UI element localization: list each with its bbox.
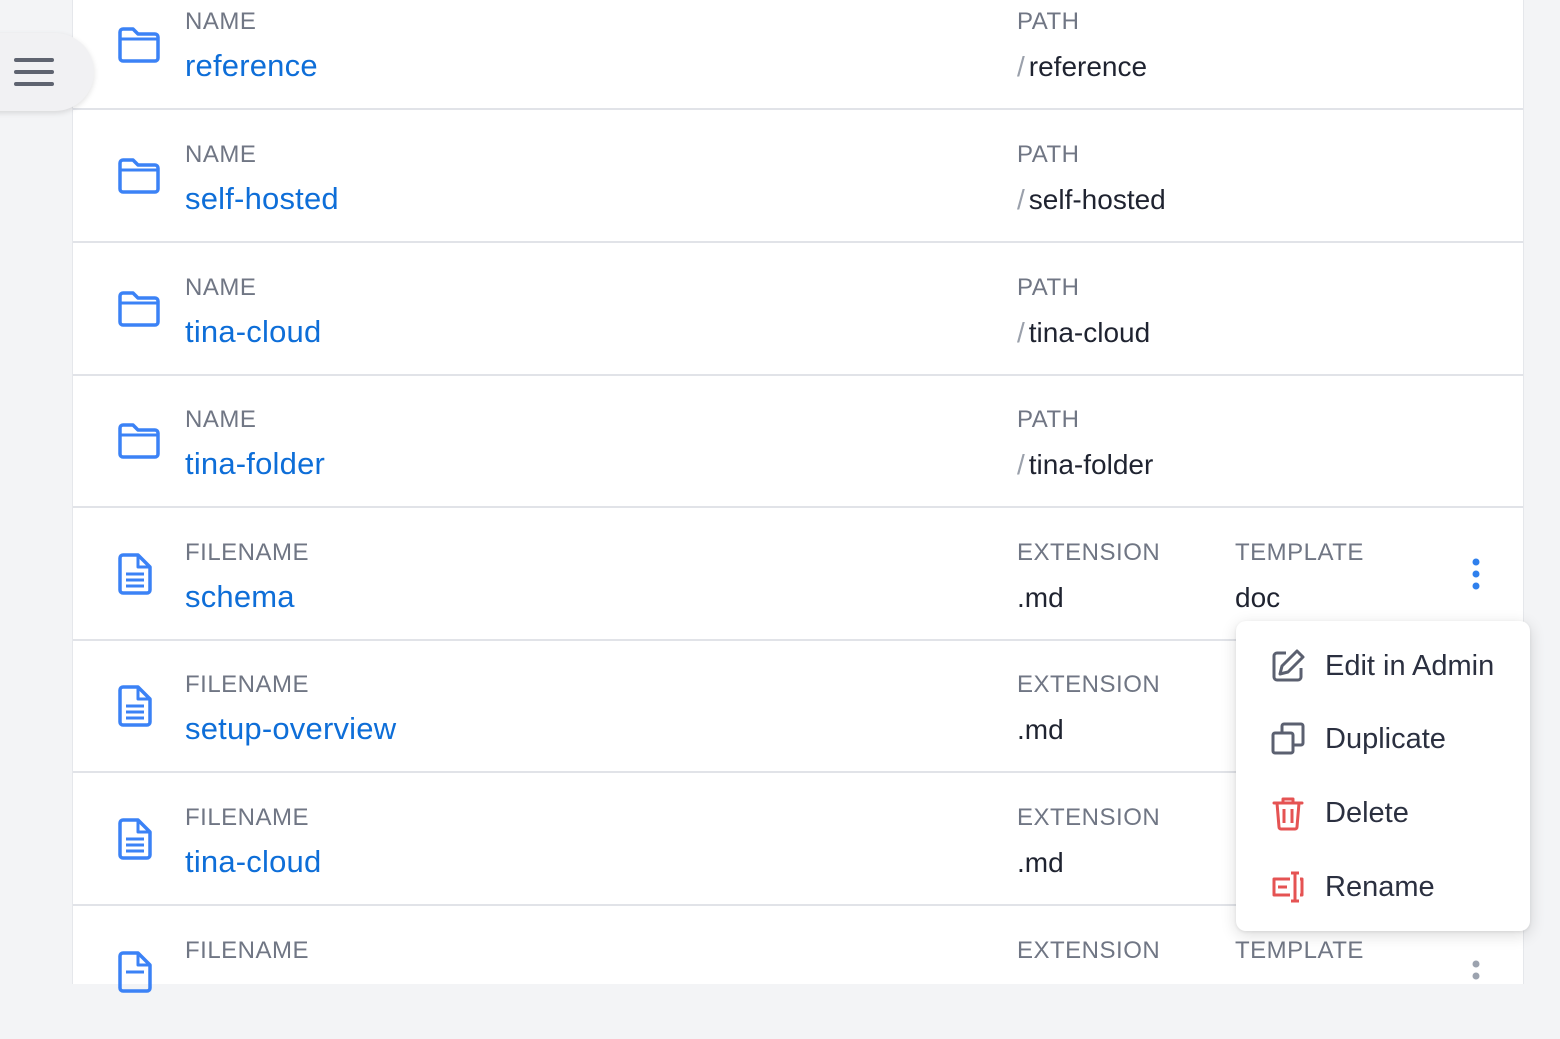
filename-label: FILENAME bbox=[185, 539, 310, 566]
file-name-link[interactable]: schema bbox=[185, 579, 295, 615]
delete-label: Delete bbox=[1325, 796, 1409, 829]
edit-icon bbox=[1272, 649, 1305, 682]
folder-name-link[interactable]: self-hosted bbox=[185, 181, 339, 217]
document-icon bbox=[118, 951, 152, 993]
kebab-menu-icon[interactable] bbox=[1469, 959, 1483, 993]
folder-name-link[interactable]: tina-cloud bbox=[185, 314, 321, 350]
extension-label: EXTENSION bbox=[1017, 671, 1161, 698]
trash-icon bbox=[1272, 797, 1304, 831]
name-label: NAME bbox=[185, 274, 257, 301]
duplicate-label: Duplicate bbox=[1325, 722, 1446, 755]
folder-icon bbox=[118, 27, 160, 63]
path-value: / tina-folder bbox=[1017, 449, 1154, 480]
document-icon bbox=[118, 553, 152, 595]
extension-value: .md bbox=[1017, 582, 1064, 613]
path-value: / reference bbox=[1017, 51, 1148, 82]
list-item[interactable]: NAME reference PATH / reference bbox=[73, 0, 1523, 110]
extension-value: .md bbox=[1017, 714, 1064, 745]
hamburger-icon bbox=[14, 58, 54, 86]
file-name-link[interactable]: tina-cloud bbox=[185, 844, 321, 880]
rename-icon bbox=[1272, 871, 1304, 903]
path-label: PATH bbox=[1017, 406, 1080, 433]
rename-label: Rename bbox=[1325, 870, 1435, 903]
edit-in-admin-label: Edit in Admin bbox=[1325, 649, 1495, 682]
path-label: PATH bbox=[1017, 141, 1080, 168]
filename-label: FILENAME bbox=[185, 671, 310, 698]
extension-label: EXTENSION bbox=[1017, 539, 1161, 566]
name-label: NAME bbox=[185, 141, 257, 168]
path-value: / self-hosted bbox=[1017, 184, 1166, 215]
folder-name-link[interactable]: reference bbox=[185, 48, 318, 84]
menu-toggle-button[interactable] bbox=[0, 33, 94, 111]
folder-icon bbox=[118, 291, 160, 327]
edit-in-admin-menu-item[interactable]: Edit in Admin bbox=[1236, 634, 1530, 698]
path-label: PATH bbox=[1017, 274, 1080, 301]
name-label: NAME bbox=[185, 406, 257, 433]
filename-label: FILENAME bbox=[185, 804, 310, 831]
rename-menu-item[interactable]: Rename bbox=[1236, 855, 1530, 919]
extension-value: .md bbox=[1017, 847, 1064, 878]
list-item[interactable]: NAME self-hosted PATH / self-hosted bbox=[73, 111, 1523, 243]
delete-menu-item[interactable]: Delete bbox=[1236, 781, 1530, 845]
folder-name-link[interactable]: tina-folder bbox=[185, 446, 325, 482]
path-label: PATH bbox=[1017, 8, 1080, 35]
duplicate-menu-item[interactable]: Duplicate bbox=[1236, 707, 1530, 771]
filename-label: FILENAME bbox=[185, 937, 310, 964]
list-item[interactable]: NAME tina-folder PATH / tina-folder bbox=[73, 376, 1523, 508]
row-actions-dropdown: Edit in Admin Duplicate Delete Rename bbox=[1236, 621, 1530, 931]
kebab-menu-icon[interactable] bbox=[1469, 557, 1483, 591]
name-label: NAME bbox=[185, 8, 257, 35]
path-value: / tina-cloud bbox=[1017, 317, 1151, 348]
duplicate-icon bbox=[1271, 722, 1305, 755]
template-label: TEMPLATE bbox=[1235, 937, 1364, 964]
extension-label: EXTENSION bbox=[1017, 804, 1161, 831]
document-icon bbox=[118, 818, 152, 860]
template-label: TEMPLATE bbox=[1235, 539, 1364, 566]
list-item[interactable]: NAME tina-cloud PATH / tina-cloud bbox=[73, 244, 1523, 376]
extension-label: EXTENSION bbox=[1017, 937, 1161, 964]
folder-icon bbox=[118, 423, 160, 459]
document-icon bbox=[118, 685, 152, 727]
file-name-link[interactable]: setup-overview bbox=[185, 711, 396, 747]
template-value: doc bbox=[1235, 582, 1281, 613]
folder-icon bbox=[118, 158, 160, 194]
